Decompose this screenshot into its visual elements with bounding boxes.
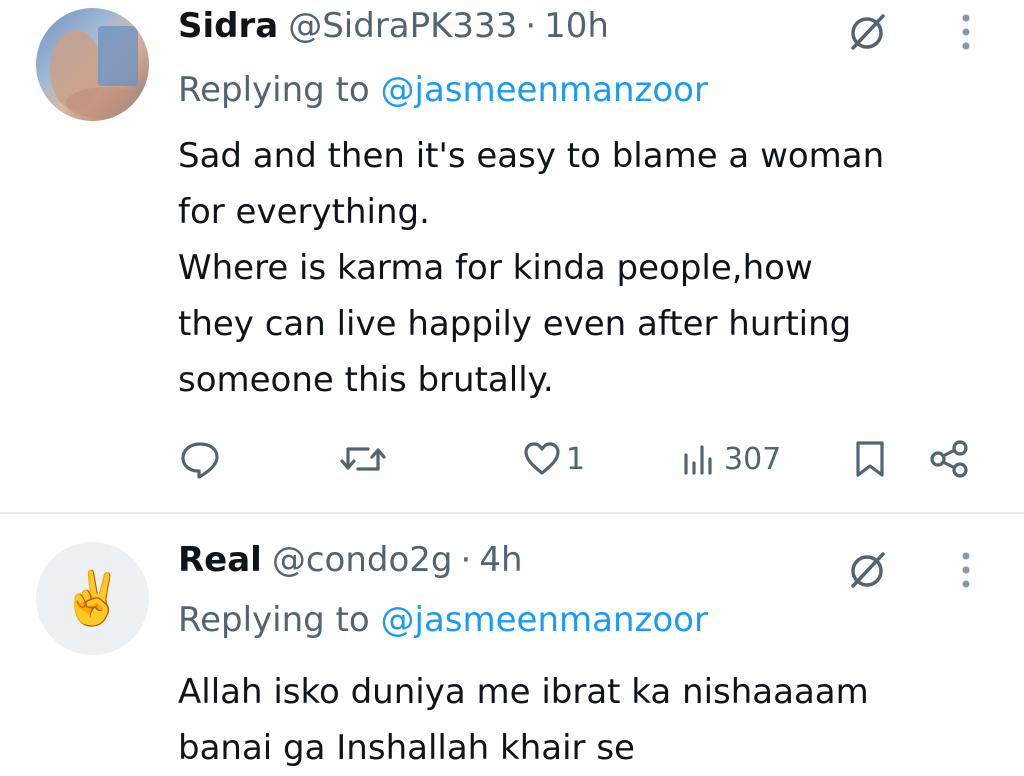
tweet-text-line: for everything.	[178, 192, 430, 232]
grok-icon[interactable]	[846, 10, 890, 54]
separator-dot: ·	[525, 6, 537, 46]
repost-icon	[340, 447, 386, 471]
view-count: 307	[724, 441, 782, 477]
tweet-header: Real @condo2g · 4h	[178, 540, 523, 580]
bookmark-button[interactable]	[850, 434, 890, 484]
like-count: 1	[566, 441, 586, 477]
tweet-text-line: banai ga Inshallah khair se	[178, 728, 635, 768]
views-button[interactable]: 307	[680, 434, 781, 484]
like-button[interactable]: 1	[522, 434, 585, 484]
separator-dot: ·	[460, 540, 472, 580]
share-button[interactable]	[926, 434, 972, 484]
replying-prefix: Replying to	[178, 600, 370, 640]
tweet-text-line: Allah isko duniya me ibrat ka nishaaaam	[178, 672, 869, 712]
tweet-reply[interactable]: ✌️ Real @condo2g · 4h Replying to @jasme…	[0, 514, 1024, 776]
more-vertical-icon[interactable]	[950, 10, 982, 54]
avatar-photo	[50, 26, 146, 119]
reply-button[interactable]	[178, 434, 222, 484]
heart-icon	[524, 442, 560, 475]
timestamp[interactable]: 4h	[479, 540, 522, 580]
replying-to: Replying to @jasmeenmanzoor	[178, 70, 708, 110]
share-icon	[930, 440, 968, 478]
timestamp[interactable]: 10h	[544, 6, 609, 46]
views-chart-icon	[684, 445, 712, 475]
tweet-reply[interactable]: Sidra @SidraPK333 · 10h Replying to @jas…	[0, 0, 1024, 512]
user-handle[interactable]: @SidraPK333	[288, 6, 517, 46]
repost-button[interactable]	[338, 434, 388, 484]
avatar[interactable]	[36, 8, 149, 121]
display-name[interactable]: Real	[178, 540, 262, 580]
tweet-text-line: they can live happily even after hurting	[178, 304, 852, 344]
tweet-text-line: Sad and then it's easy to blame a woman	[178, 136, 885, 176]
tweet-text: Sad and then it's easy to blame a woman …	[178, 128, 998, 408]
replying-prefix: Replying to	[178, 70, 370, 110]
action-bar: 1 307	[0, 434, 1024, 484]
avatar[interactable]: ✌️	[36, 542, 149, 655]
mention-link[interactable]: @jasmeenmanzoor	[381, 600, 708, 640]
mention-link[interactable]: @jasmeenmanzoor	[381, 70, 708, 110]
tweet-text: Allah isko duniya me ibrat ka nishaaaam …	[178, 664, 998, 776]
victory-hand-emoji: ✌️	[60, 569, 125, 629]
more-vertical-icon[interactable]	[950, 548, 982, 592]
tweet-header: Sidra @SidraPK333 · 10h	[178, 6, 609, 46]
grok-icon[interactable]	[846, 548, 890, 592]
user-handle[interactable]: @condo2g	[272, 540, 453, 580]
display-name[interactable]: Sidra	[178, 6, 278, 46]
tweet-text-line: Where is karma for kinda people,how	[178, 248, 813, 288]
replying-to: Replying to @jasmeenmanzoor	[178, 600, 708, 640]
tweet-text-line: someone this brutally.	[178, 360, 554, 400]
reply-icon	[181, 442, 219, 479]
bookmark-icon	[856, 441, 884, 477]
